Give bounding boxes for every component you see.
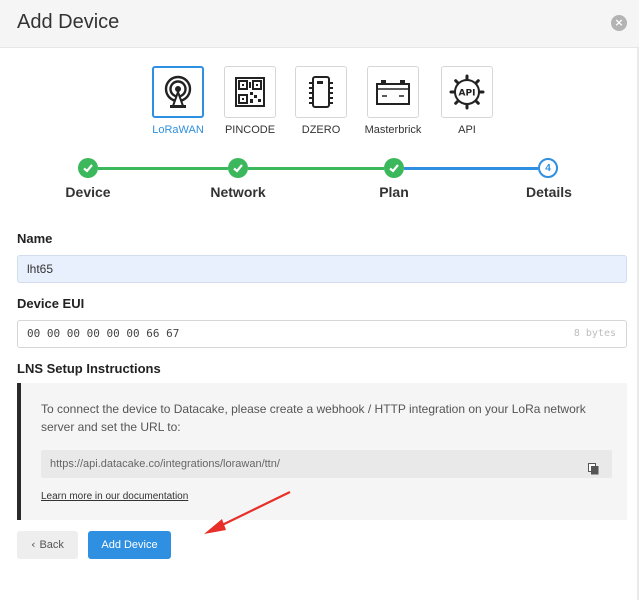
webhook-url-field[interactable]: https://api.datacake.co/integrations/lor…	[41, 450, 612, 478]
step-label-plan: Plan	[379, 184, 409, 200]
check-icon	[233, 164, 243, 173]
step-connector	[404, 167, 538, 170]
lns-heading: LNS Setup Instructions	[17, 361, 161, 376]
check-icon	[83, 164, 93, 173]
add-device-label: Add Device	[101, 539, 158, 551]
device-type-dzero[interactable]: DZERO	[294, 66, 348, 136]
qr-code-icon	[235, 77, 265, 107]
step-details-number: 4	[538, 158, 558, 178]
copy-icon[interactable]	[588, 458, 599, 486]
lns-instructions-box: To connect the device to Datacake, pleas…	[17, 383, 627, 520]
check-icon	[389, 164, 399, 173]
name-label: Name	[17, 231, 53, 246]
annotation-arrow-icon	[204, 491, 291, 534]
device-type-lorawan[interactable]: LoRaWAN	[151, 66, 205, 136]
back-label: Back	[39, 539, 64, 551]
step-connector	[248, 167, 384, 170]
svg-text:API: API	[459, 89, 476, 99]
close-icon[interactable]: ×	[611, 15, 627, 31]
chip-icon	[309, 76, 333, 108]
add-device-button[interactable]: Add Device	[88, 531, 171, 559]
name-input[interactable]: lht65	[17, 255, 627, 283]
dialog-header: Add Device ×	[0, 0, 639, 48]
dialog-title: Add Device	[17, 11, 120, 33]
device-type-pincode[interactable]: PINCODE	[223, 66, 277, 136]
device-type-api[interactable]: API API	[440, 66, 494, 136]
battery-icon	[376, 80, 410, 105]
chevron-left-icon: ‹	[31, 538, 36, 551]
step-connector	[98, 167, 228, 170]
step-plan-check	[384, 158, 404, 178]
step-network-check	[228, 158, 248, 178]
back-button[interactable]: ‹ Back	[17, 531, 78, 559]
name-value: lht65	[27, 262, 54, 276]
device-type-label: API	[458, 124, 476, 136]
documentation-link[interactable]: Learn more in our documentation	[41, 491, 188, 502]
eui-label: Device EUI	[17, 296, 85, 311]
antenna-icon	[164, 75, 192, 108]
step-label-network: Network	[210, 184, 266, 200]
webhook-url: https://api.datacake.co/integrations/lor…	[50, 458, 280, 470]
device-type-masterbrick[interactable]: Masterbrick	[365, 66, 421, 136]
api-gear-icon: API	[449, 74, 485, 110]
lns-instructions-text: To connect the device to Datacake, pleas…	[41, 402, 586, 434]
eui-byte-count: 8 bytes	[573, 328, 616, 339]
step-label-details: Details	[526, 184, 572, 200]
step-device-check	[78, 158, 98, 178]
step-label-device: Device	[65, 184, 111, 200]
device-eui-input[interactable]: 00 00 00 00 00 00 66 67 8 bytes	[17, 320, 627, 348]
eui-value: 00 00 00 00 00 00 66 67	[27, 327, 180, 340]
